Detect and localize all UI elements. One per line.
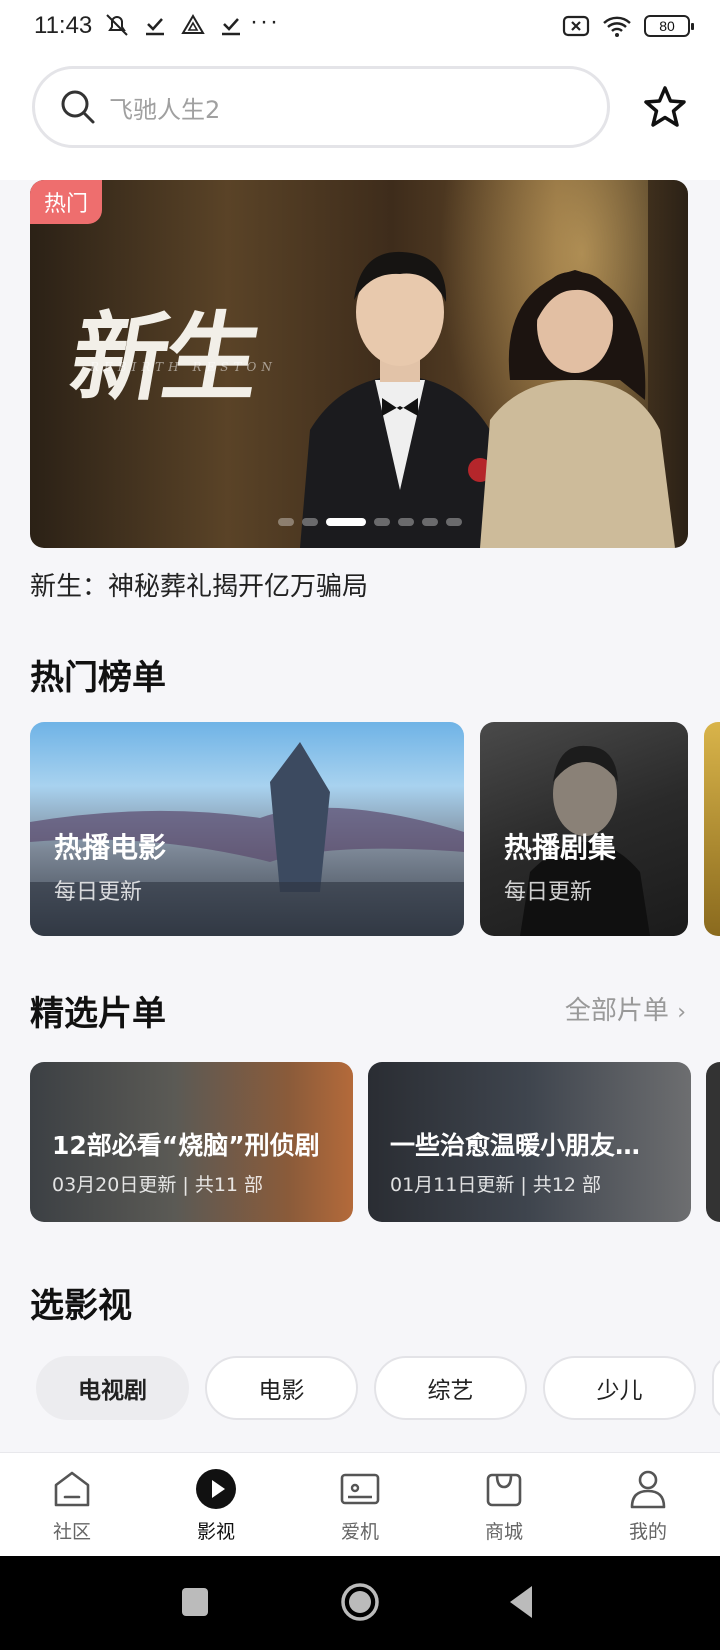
playlist-meta: 01月11日更新 | 共12 部 bbox=[390, 1174, 602, 1196]
playlist-title: 一些治愈温暖小朋友… bbox=[390, 1131, 641, 1160]
playlist-title: 12部必看“烧脑”刑侦剧 bbox=[52, 1131, 320, 1160]
system-nav-bar bbox=[0, 1556, 720, 1650]
bottom-nav: 社区 影视 爱机 商城 我的 bbox=[0, 1452, 720, 1556]
banner-subtitle-art: REBIRTH RESTON bbox=[90, 360, 277, 374]
battery-icon: 80 bbox=[644, 15, 694, 37]
nav-item-video[interactable]: 影视 bbox=[144, 1453, 288, 1557]
carousel-dot bbox=[446, 518, 462, 526]
carousel-dot bbox=[278, 518, 294, 526]
chip-kids[interactable]: 少儿 bbox=[543, 1356, 696, 1420]
playlist-card-partial[interactable] bbox=[706, 1062, 720, 1222]
wifi-icon bbox=[603, 16, 631, 37]
chevron-right-icon: › bbox=[677, 1000, 686, 1025]
bag-icon bbox=[486, 1473, 522, 1507]
actress-figure-image bbox=[480, 270, 675, 548]
hot-list-title: 热门榜单 bbox=[30, 658, 166, 698]
home-icon bbox=[54, 1471, 90, 1507]
nav-item-device[interactable]: 爱机 bbox=[288, 1453, 432, 1557]
hot-list-card-partial[interactable] bbox=[704, 722, 720, 936]
carousel-indicator bbox=[278, 518, 462, 526]
all-playlists-label: 全部片单 bbox=[564, 996, 669, 1026]
hot-movies-card[interactable]: 热播电影 每日更新 bbox=[30, 722, 464, 936]
check-download-icon bbox=[146, 18, 164, 36]
play-icon bbox=[196, 1469, 236, 1509]
nav-label: 社区 bbox=[52, 1521, 91, 1543]
nav-label: 商城 bbox=[484, 1521, 523, 1543]
notification-icons bbox=[104, 12, 244, 38]
carousel-dot bbox=[374, 518, 390, 526]
hot-badge: 热门 bbox=[30, 180, 103, 224]
playlist-card[interactable]: 一些治愈温暖小朋友… 01月11日更新 | 共12 部 bbox=[368, 1062, 691, 1222]
playlist-meta: 03月20日更新 | 共11 部 bbox=[52, 1174, 264, 1196]
chip-tv-series[interactable]: 电视剧 bbox=[36, 1356, 189, 1420]
mute-bell-icon bbox=[106, 14, 128, 36]
hot-series-title: 热播剧集 bbox=[504, 831, 617, 864]
home-button-icon[interactable] bbox=[340, 1582, 380, 1622]
recent-apps-icon[interactable] bbox=[180, 1582, 210, 1622]
carousel-dot bbox=[398, 518, 414, 526]
system-status: 80 bbox=[562, 14, 694, 38]
nav-label: 影视 bbox=[196, 1521, 235, 1543]
no-sim-icon bbox=[562, 15, 590, 37]
playlists-title: 精选片单 bbox=[30, 994, 166, 1034]
hot-series-subtitle: 每日更新 bbox=[504, 880, 593, 905]
chip-partial[interactable] bbox=[712, 1356, 720, 1420]
device-icon bbox=[340, 1473, 380, 1505]
nav-item-community[interactable]: 社区 bbox=[0, 1453, 144, 1557]
search-header: 飞驰人生2 bbox=[0, 56, 720, 180]
battery-level: 80 bbox=[659, 18, 675, 34]
hot-movies-title: 热播电影 bbox=[54, 831, 167, 864]
check-download-icon bbox=[222, 18, 240, 36]
person-icon bbox=[630, 1470, 666, 1509]
search-input[interactable]: 飞驰人生2 bbox=[109, 90, 220, 125]
hero-banner[interactable]: 新生 REBIRTH RESTON 热门 bbox=[30, 180, 688, 548]
nav-item-store[interactable]: 商城 bbox=[432, 1453, 576, 1557]
category-chips: 电视剧 电影 综艺 少儿 bbox=[36, 1356, 720, 1420]
nav-item-profile[interactable]: 我的 bbox=[576, 1453, 720, 1557]
all-playlists-link[interactable]: 全部片单 › bbox=[565, 990, 686, 1027]
carousel-dot bbox=[302, 518, 318, 526]
search-icon bbox=[61, 90, 95, 124]
status-time: 11:43 bbox=[34, 12, 93, 39]
carousel-dot-active bbox=[326, 518, 366, 526]
nav-label: 爱机 bbox=[340, 1521, 379, 1543]
banner-title-art: 新生 bbox=[62, 301, 267, 414]
star-icon[interactable] bbox=[642, 84, 688, 130]
hot-series-card[interactable]: 热播剧集 每日更新 bbox=[480, 722, 688, 936]
status-bar: 11:43 ··· 80 bbox=[0, 0, 720, 56]
back-icon[interactable] bbox=[506, 1582, 536, 1622]
more-notifications-icon: ··· bbox=[250, 8, 280, 35]
hot-movies-subtitle: 每日更新 bbox=[54, 880, 143, 905]
nav-label: 我的 bbox=[628, 1521, 667, 1543]
banner-caption[interactable]: 新生：神秘葬礼揭开亿万骗局 bbox=[30, 566, 368, 603]
categories-title: 选影视 bbox=[30, 1286, 132, 1326]
chip-movies[interactable]: 电影 bbox=[205, 1356, 358, 1420]
search-bar[interactable]: 飞驰人生2 bbox=[32, 66, 610, 148]
playlist-card[interactable]: 12部必看“烧脑”刑侦剧 03月20日更新 | 共11 部 bbox=[30, 1062, 353, 1222]
chip-variety[interactable]: 综艺 bbox=[374, 1356, 527, 1420]
triangle-app-icon bbox=[181, 14, 205, 34]
carousel-dot bbox=[422, 518, 438, 526]
